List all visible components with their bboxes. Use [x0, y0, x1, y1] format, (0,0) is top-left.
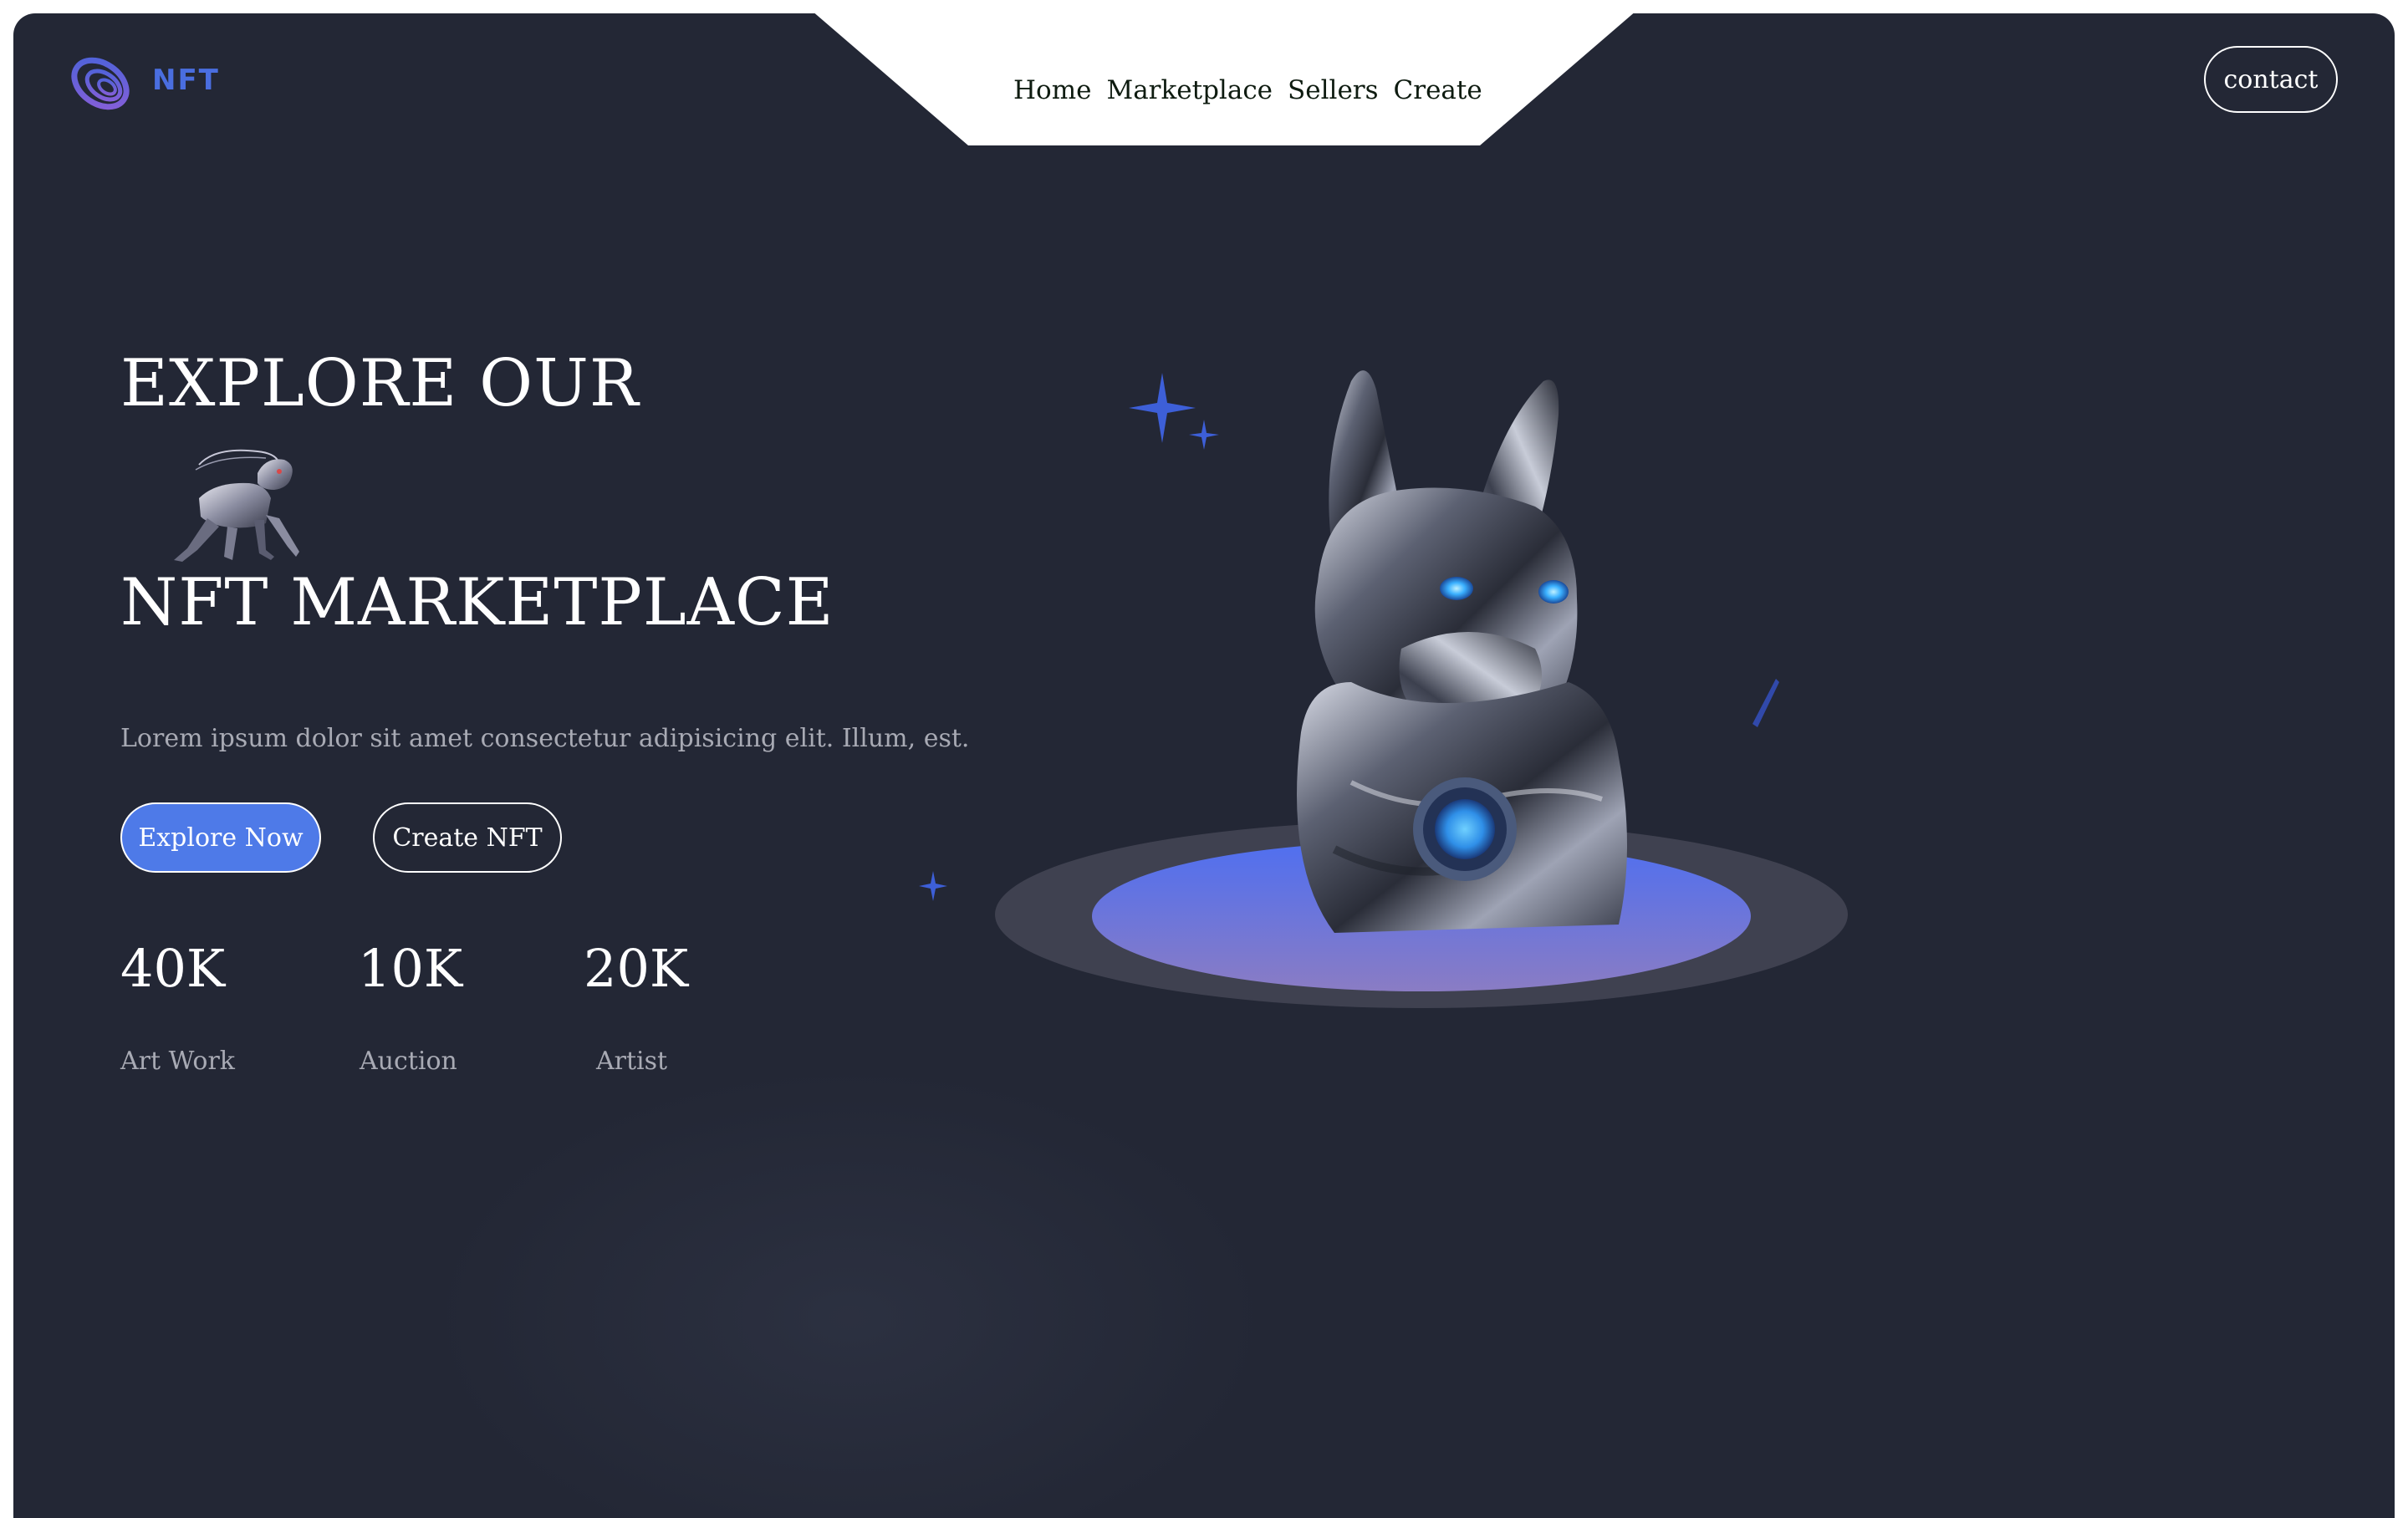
landing-page: NFT Home Marketplace Sellers Create cont…: [13, 13, 2395, 1518]
hero-title-line2: NFT MARKETPLACE: [120, 565, 834, 640]
stat-auction-label: Auction: [360, 1047, 457, 1076]
stat-artist-value: 20K: [584, 938, 689, 999]
create-nft-button[interactable]: Create NFT: [373, 802, 562, 873]
background-glow: [431, 1067, 1268, 1518]
stat-auction-value: 10K: [358, 938, 463, 999]
orbit-rings-logo-icon: [71, 57, 130, 110]
hero-title-line1: EXPLORE OUR: [120, 346, 640, 421]
chrome-dog-bust-image: [919, 370, 1848, 1008]
contact-button[interactable]: contact: [2204, 46, 2338, 113]
explore-now-button[interactable]: Explore Now: [120, 802, 321, 873]
nav-marketplace[interactable]: Marketplace: [1106, 75, 1273, 105]
nav-create[interactable]: Create: [1394, 75, 1482, 105]
logo[interactable]: NFT: [67, 48, 220, 115]
nav-home[interactable]: Home: [1013, 75, 1091, 105]
robot-creature-image: [174, 449, 299, 562]
logo-text: NFT: [152, 64, 220, 97]
sparkle-icon: [919, 373, 1219, 901]
main-nav: Home Marketplace Sellers Create: [1013, 75, 1482, 105]
stat-artist-label: Artist: [596, 1047, 668, 1076]
nav-sellers[interactable]: Sellers: [1288, 75, 1379, 105]
stat-artwork-value: 40K: [120, 938, 226, 999]
stat-artwork-label: Art Work: [120, 1047, 235, 1076]
hero-description: Lorem ipsum dolor sit amet consectetur a…: [120, 724, 970, 753]
